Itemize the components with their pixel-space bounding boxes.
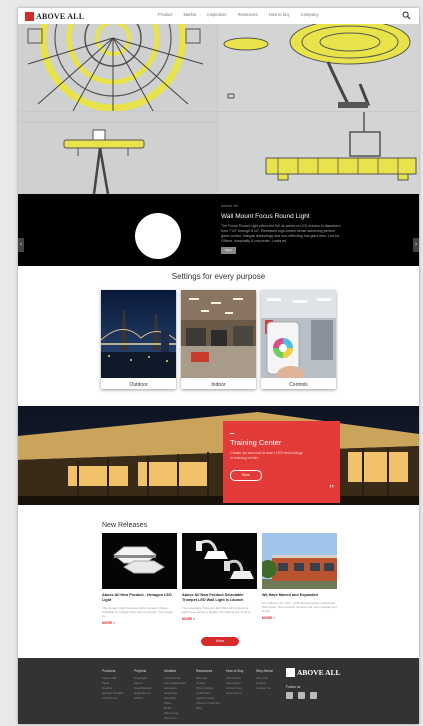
site-logo[interactable]: ABOVE ALL (25, 11, 84, 21)
releases-more-button[interactable]: More (201, 637, 239, 646)
hero-drawing-side-view (18, 112, 217, 194)
footer-logo[interactable]: ABOVE ALL (286, 668, 341, 677)
nav-item-resources[interactable]: Resources (238, 12, 258, 17)
logo-mark-icon (286, 668, 295, 677)
slider-prev-button[interactable]: ‹ (18, 238, 24, 252)
footer-heading: Markets (164, 669, 177, 673)
setting-card-label: Outdoor (129, 382, 148, 388)
hero-drawing-front-view (218, 112, 419, 194)
footer-link[interactable]: Contact Us (256, 686, 273, 691)
outdoor-image (101, 290, 176, 378)
release-more-link[interactable]: MORE » (262, 616, 337, 620)
footer-column: Resources Manuals Articles Photo Gallery… (196, 669, 220, 711)
footer-link[interactable]: Offices (134, 696, 152, 701)
linkedin-icon[interactable] (298, 692, 305, 699)
footer-heading: How to Buy (226, 669, 244, 673)
release-summary: The hexagon light features with a hexago… (102, 606, 174, 618)
youtube-icon[interactable] (310, 692, 317, 699)
footer-heading: Resources (196, 669, 213, 673)
logo-mark-icon (25, 11, 34, 21)
slider-next-button[interactable]: › (413, 238, 419, 252)
quote-icon: ” (329, 483, 334, 495)
release-item[interactable]: Above All New Product Selectable Trumpet… (182, 533, 257, 621)
nav-item-company[interactable]: Company (301, 12, 319, 17)
setting-card-label: Indoor (211, 382, 226, 388)
logo-text: ABOVE ALL (36, 11, 85, 21)
nav-item-inspiration[interactable]: Inspiration (207, 12, 226, 17)
slide-description: The Focus Round Light offers the full 4k… (221, 224, 341, 243)
release-title[interactable]: Above All New Product - Hexagon LED Ligh… (102, 593, 177, 603)
training-description: Create an account to learn LED technolog… (230, 451, 303, 460)
settings-heading: Settings for every purpose (171, 272, 266, 281)
training-title: Training Center (230, 438, 282, 447)
training-card: Training Center Create an account to lea… (223, 421, 340, 503)
footer-column: How to Buy Distributors Sales Reps Onlin… (226, 669, 243, 696)
office-building-image (262, 533, 337, 589)
footer-column: Projects Hospitality Airport Food Market… (134, 669, 152, 701)
footer-heading: Why Above (256, 669, 274, 673)
controls-image (261, 290, 336, 378)
twitter-icon[interactable] (286, 692, 293, 699)
footer-heading: Products (102, 669, 116, 673)
nav-item-product[interactable]: Product (158, 12, 172, 17)
footer-link[interactable]: Museums (164, 716, 186, 721)
slide-title: Wall Mount Focus Round Light (221, 213, 310, 220)
nav-item-how-to-buy[interactable]: How to buy (269, 12, 290, 17)
footer-logo-text: ABOVE ALL (297, 668, 341, 677)
site-header: ABOVE ALL Product Market Inspiration Res… (18, 8, 419, 25)
wall-light-image (182, 533, 257, 589)
building-photo (18, 406, 419, 505)
training-accent-line (230, 433, 234, 434)
hero-drawing-perspective (218, 24, 419, 111)
setting-card-controls[interactable]: Controls (261, 290, 336, 389)
release-item[interactable]: We Have Moved and Expanded As of March 7… (262, 533, 337, 620)
footer-link[interactable]: Blog (196, 706, 220, 711)
release-title[interactable]: Above All New Product Selectable Trumpet… (182, 593, 257, 603)
training-more-button[interactable]: More (230, 470, 262, 481)
footer-heading: Projects (134, 669, 147, 673)
release-more-link[interactable]: MORE » (102, 621, 177, 625)
training-banner: Training Center Create an account to lea… (18, 406, 419, 505)
setting-card-indoor[interactable]: Indoor (181, 290, 256, 389)
hexagon-light-image (102, 533, 177, 589)
hero-drawing-top-view (18, 24, 217, 111)
release-item[interactable]: Above All New Product - Hexagon LED Ligh… (102, 533, 177, 625)
footer-link[interactable]: Controls etc (102, 696, 124, 701)
slide-more-button[interactable]: More (221, 247, 236, 254)
search-icon[interactable] (402, 11, 411, 20)
product-slider: ‹ Above All Wall Mount Focus Round Light… (18, 194, 419, 266)
indoor-image (181, 290, 256, 378)
site-footer: Products Indoor LED Flood Outdoor Exteri… (18, 658, 419, 724)
footer-column: Why Above About Us Careers Contact Us (256, 669, 273, 691)
nav-item-market[interactable]: Market (183, 12, 196, 17)
slide-kicker: Above All (221, 203, 238, 208)
main-nav: Product Market Inspiration Resources How… (158, 12, 318, 17)
release-title[interactable]: We Have Moved and Expanded (262, 593, 337, 598)
footer-column: Markets Architectural Auto Dealerships E… (164, 669, 186, 721)
footer-link[interactable]: Quote Form (226, 691, 243, 696)
new-releases-heading: New Releases (102, 522, 148, 529)
follow-us-label: Follow us (286, 685, 301, 689)
release-more-link[interactable]: MORE » (182, 617, 257, 621)
release-summary: As of March 7th, 2017, 1736 Monrovia Ave… (262, 601, 337, 613)
setting-card-label: Controls (289, 382, 308, 388)
release-summary: The selectable Trumpet LED Wall Light is… (182, 606, 253, 614)
footer-column: Products Indoor LED Flood Outdoor Exteri… (102, 669, 124, 701)
browser-page: ABOVE ALL Product Market Inspiration Res… (18, 8, 419, 724)
slide-product-image (135, 213, 181, 259)
setting-card-outdoor[interactable]: Outdoor (101, 290, 176, 389)
hero-banner (18, 24, 419, 194)
